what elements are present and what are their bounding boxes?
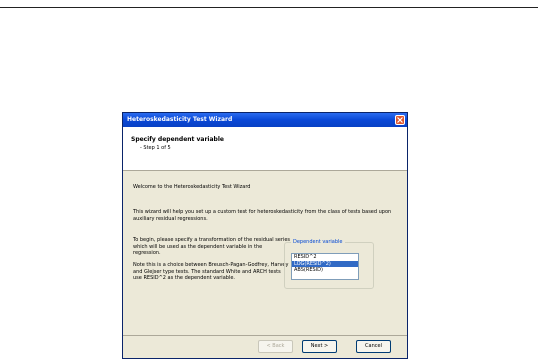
- window-title: Heteroskedasticity Test Wizard: [127, 116, 233, 123]
- close-icon: [397, 117, 403, 123]
- wizard-header: Specify dependent variable - Step 1 of 5: [123, 127, 407, 171]
- top-divider: [0, 7, 538, 8]
- instruction-text: To begin, please specify a transformatio…: [133, 237, 291, 256]
- header-title: Specify dependent variable: [131, 136, 224, 143]
- back-button[interactable]: < Back: [258, 340, 293, 353]
- wizard-dialog: Heteroskedasticity Test Wizard Specify d…: [122, 112, 408, 359]
- header-step: - Step 1 of 5: [140, 145, 171, 151]
- intro-text: This wizard will help you set up a custo…: [133, 209, 392, 222]
- dependent-variable-listbox[interactable]: RESID^2 LOG(RESID^2) ABS(RESID): [291, 253, 359, 280]
- welcome-text: Welcome to the Heteroskedasticity Test W…: [133, 184, 251, 190]
- title-bar[interactable]: Heteroskedasticity Test Wizard: [123, 113, 407, 127]
- list-item-abs-resid[interactable]: ABS(RESID): [292, 267, 358, 274]
- footer-divider: [123, 335, 407, 336]
- note-text: Note this is a choice between Breusch-Pa…: [133, 262, 289, 281]
- dependent-variable-group: Dependent variable RESID^2 LOG(RESID^2) …: [284, 239, 374, 289]
- cancel-button[interactable]: Cancel: [356, 340, 391, 353]
- dependent-variable-label: Dependent variable: [291, 239, 345, 245]
- next-button[interactable]: Next >: [302, 340, 337, 353]
- close-button[interactable]: [395, 115, 405, 125]
